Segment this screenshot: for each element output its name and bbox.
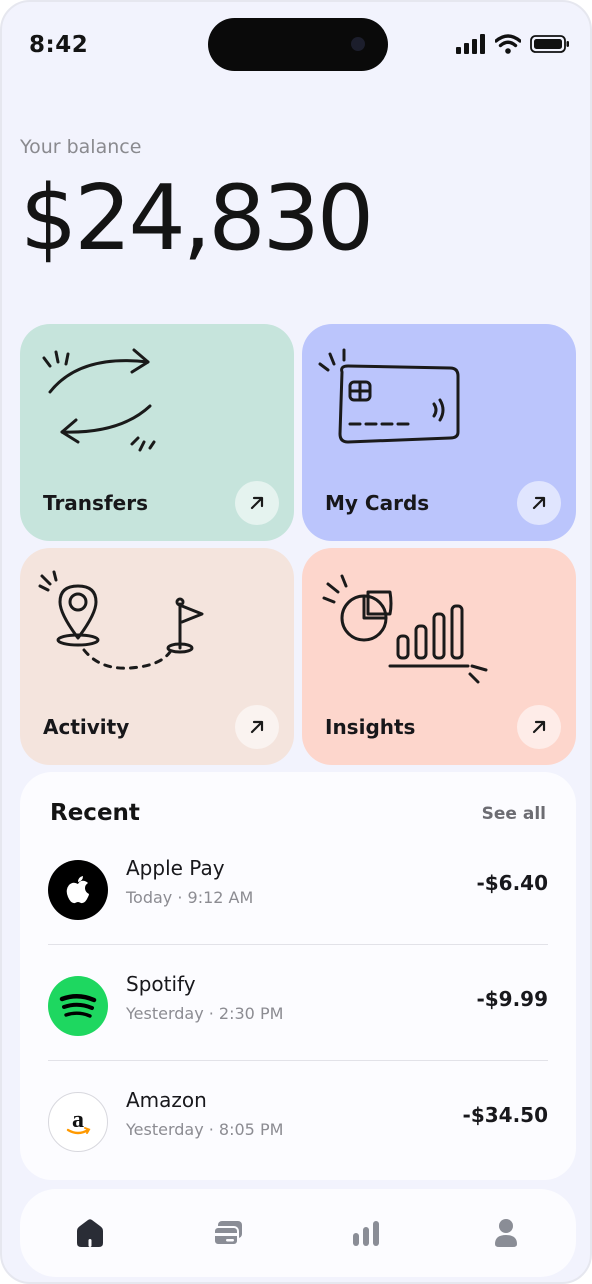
transaction-row[interactable]: Apple Pay Today · 9:12 AM -$6.40 bbox=[48, 852, 548, 948]
transaction-name: Apple Pay bbox=[126, 856, 225, 880]
arrow-up-right-icon[interactable] bbox=[235, 705, 279, 749]
amazon-icon: a bbox=[48, 1092, 108, 1152]
home-icon[interactable] bbox=[72, 1215, 108, 1251]
spotify-icon bbox=[48, 976, 108, 1036]
recent-panel: Recent See all Apple Pay Today · 9:12 AM… bbox=[20, 772, 576, 1180]
tile-label: My Cards bbox=[325, 491, 430, 515]
profile-icon[interactable] bbox=[488, 1215, 524, 1251]
transaction-name: Amazon bbox=[126, 1088, 207, 1112]
tile-label: Transfers bbox=[43, 491, 148, 515]
camera-icon bbox=[351, 37, 365, 51]
tile-insights[interactable]: Insights bbox=[302, 548, 576, 765]
balance-amount: $24,830 bbox=[20, 166, 374, 271]
see-all-link[interactable]: See all bbox=[482, 804, 546, 824]
transfer-arrows-icon bbox=[42, 348, 156, 452]
signal-icon bbox=[456, 34, 485, 54]
transaction-name: Spotify bbox=[126, 972, 196, 996]
transaction-time: Yesterday · 2:30 PM bbox=[126, 1004, 284, 1023]
wifi-icon bbox=[495, 34, 521, 54]
route-pin-icon bbox=[38, 570, 204, 670]
transaction-row[interactable]: a Amazon Yesterday · 8:05 PM -$34.50 bbox=[48, 1084, 548, 1180]
arrow-up-right-icon[interactable] bbox=[235, 481, 279, 525]
battery-icon bbox=[530, 35, 569, 53]
phone-screen: 8:42 Your balance $24,830 Transfers My C… bbox=[0, 0, 592, 1284]
transaction-time: Yesterday · 8:05 PM bbox=[126, 1120, 284, 1139]
bottom-nav bbox=[20, 1189, 576, 1277]
status-time: 8:42 bbox=[29, 32, 89, 58]
transaction-amount: -$34.50 bbox=[462, 1103, 548, 1127]
status-icons bbox=[456, 32, 570, 56]
apple-icon bbox=[48, 860, 108, 920]
arrow-up-right-icon[interactable] bbox=[517, 481, 561, 525]
svg-text:a: a bbox=[72, 1107, 84, 1133]
recent-title: Recent bbox=[50, 800, 140, 826]
dynamic-island bbox=[208, 18, 388, 71]
cards-icon[interactable] bbox=[210, 1215, 246, 1251]
divider bbox=[48, 944, 548, 945]
transaction-row[interactable]: Spotify Yesterday · 2:30 PM -$9.99 bbox=[48, 968, 548, 1064]
stats-icon[interactable] bbox=[348, 1215, 384, 1251]
transaction-amount: -$6.40 bbox=[476, 871, 548, 895]
transaction-amount: -$9.99 bbox=[476, 987, 548, 1011]
chart-icon bbox=[322, 574, 488, 684]
transaction-time: Today · 9:12 AM bbox=[126, 888, 254, 907]
arrow-up-right-icon[interactable] bbox=[517, 705, 561, 749]
tile-my-cards[interactable]: My Cards bbox=[302, 324, 576, 541]
balance-label: Your balance bbox=[20, 136, 142, 158]
tile-label: Insights bbox=[325, 715, 416, 739]
tile-transfers[interactable]: Transfers bbox=[20, 324, 294, 541]
tile-activity[interactable]: Activity bbox=[20, 548, 294, 765]
credit-card-icon bbox=[318, 348, 460, 444]
divider bbox=[48, 1060, 548, 1061]
tile-label: Activity bbox=[43, 715, 130, 739]
